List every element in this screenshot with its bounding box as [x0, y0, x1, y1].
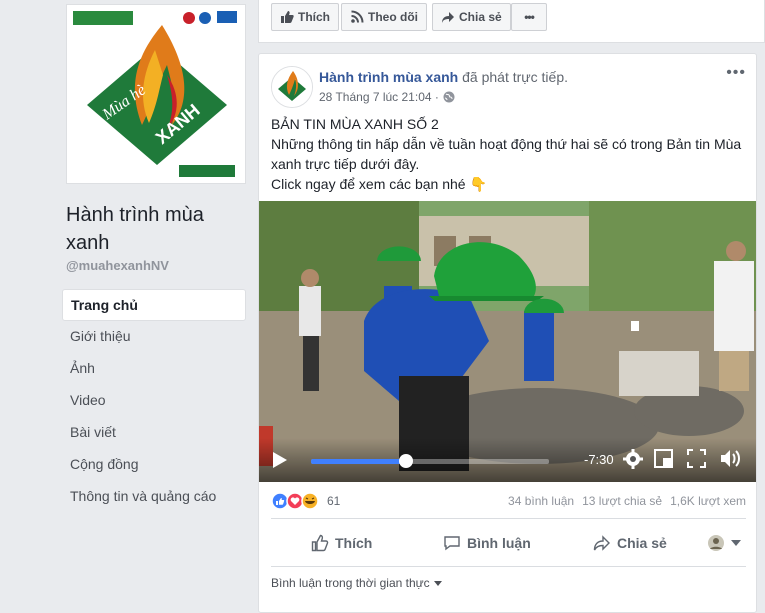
author-avatar[interactable]: [271, 66, 313, 108]
profile-avatar-small-icon: [708, 535, 724, 551]
nav-item-photos[interactable]: Ảnh: [62, 353, 246, 385]
nav-item-posts[interactable]: Bài viết: [62, 417, 246, 449]
caret-down-icon: [731, 540, 741, 546]
post-actions: Thích Bình luận Chia sẻ: [271, 526, 746, 560]
like-page-label: Thích: [298, 10, 330, 24]
rss-icon: [351, 10, 364, 23]
stats-divider: [271, 518, 746, 519]
view-count: 1,6K lượt xem: [670, 494, 746, 508]
post-action-text: đã phát trực tiếp.: [462, 69, 568, 85]
video-progress-track[interactable]: [311, 454, 549, 468]
thumbs-up-icon: [281, 11, 294, 23]
page-handle[interactable]: @muahexanhNV: [66, 258, 169, 273]
engagement-counts: 34 bình luận 13 lượt chia sẻ 1,6K lượt x…: [508, 494, 746, 508]
follow-page-label: Theo dõi: [368, 10, 418, 24]
nav-item-home[interactable]: Trang chủ: [62, 289, 246, 321]
video-player[interactable]: -7:30: [259, 201, 756, 482]
nav-item-community[interactable]: Cộng đồng: [62, 449, 246, 481]
share-post-button[interactable]: Chia sẻ: [593, 526, 667, 560]
more-options-button[interactable]: •••: [511, 3, 547, 31]
picture-in-picture-icon[interactable]: [654, 449, 673, 468]
comment-count[interactable]: 34 bình luận: [508, 494, 574, 508]
reaction-count[interactable]: 61: [327, 494, 340, 508]
share-page-label: Chia sẻ: [459, 10, 502, 24]
video-time-remaining: -7:30: [584, 452, 614, 467]
share-count[interactable]: 13 lượt chia sẻ: [582, 494, 662, 508]
post-author-link[interactable]: Hành trình mùa xanh: [319, 69, 458, 85]
more-dots-icon: •••: [524, 10, 535, 24]
comment-label: Bình luận: [467, 535, 531, 551]
caret-down-icon: [433, 580, 442, 586]
post-text-headline: BẢN TIN MÙA XANH SỐ 2: [271, 116, 439, 132]
nav-item-videos[interactable]: Video: [62, 385, 246, 417]
page-title[interactable]: Hành trình mùa xanh: [66, 201, 246, 257]
share-arrow-icon: [442, 12, 454, 23]
page-cover-logo[interactable]: Mùa hè XANH: [66, 4, 246, 184]
post-body: BẢN TIN MÙA XANH SỐ 2 Những thông tin hấ…: [271, 114, 746, 194]
like-post-button[interactable]: Thích: [311, 526, 372, 560]
post-text-cta: Click ngay để xem các bạn nhé 👇: [271, 176, 487, 192]
comment-button[interactable]: Bình luận: [443, 526, 531, 560]
page-actions-bar: Thích Theo dõi Chia sẻ •••: [258, 0, 765, 43]
share-post-label: Chia sẻ: [617, 535, 667, 551]
thumbs-up-outline-icon: [311, 534, 329, 552]
mua-he-xanh-avatar-logo: [272, 67, 312, 107]
actions-divider: [271, 566, 746, 567]
post-text-description: Những thông tin hấp dẫn về tuần hoạt độn…: [271, 136, 742, 172]
share-page-button[interactable]: Chia sẻ: [432, 3, 511, 31]
comment-sort-label: Bình luận trong thời gian thực: [271, 576, 430, 590]
post-as-selector[interactable]: [707, 526, 741, 560]
post-meta: 28 Tháng 7 lúc 21:04 ·: [319, 90, 455, 104]
nav-item-about[interactable]: Giới thiệu: [62, 321, 246, 353]
video-progress-fill: [311, 459, 407, 464]
like-post-label: Thích: [335, 535, 373, 551]
fullscreen-icon[interactable]: [687, 449, 706, 468]
like-page-button[interactable]: Thích: [271, 3, 339, 31]
post-header: Hành trình mùa xanh đã phát trực tiếp.: [319, 69, 568, 85]
play-icon[interactable]: [273, 452, 287, 468]
post-timestamp[interactable]: 28 Tháng 7 lúc 21:04 ·: [319, 90, 439, 104]
comment-sort-dropdown[interactable]: Bình luận trong thời gian thực: [271, 576, 442, 590]
post-options-icon[interactable]: •••: [726, 64, 746, 82]
follow-page-button[interactable]: Theo dõi: [341, 3, 427, 31]
globe-icon: [443, 91, 455, 103]
volume-icon[interactable]: [719, 448, 741, 469]
video-controls: -7:30: [259, 438, 756, 482]
post-stats: 61 34 bình luận 13 lượt chia sẻ 1,6K lượ…: [271, 490, 746, 512]
share-outline-icon: [593, 535, 610, 551]
comment-bubble-icon: [444, 536, 460, 551]
live-video-post: Hành trình mùa xanh đã phát trực tiếp. 2…: [258, 53, 757, 613]
mua-he-xanh-logo: Mùa hè XANH: [67, 5, 245, 183]
reactions-summary[interactable]: 61: [271, 492, 340, 510]
nav-item-info-ads[interactable]: Thông tin và quảng cáo: [62, 481, 246, 513]
reaction-icons: [271, 492, 319, 510]
page-nav: Trang chủ Giới thiệu Ảnh Video Bài viết …: [62, 289, 246, 513]
settings-gear-icon[interactable]: [623, 449, 643, 469]
